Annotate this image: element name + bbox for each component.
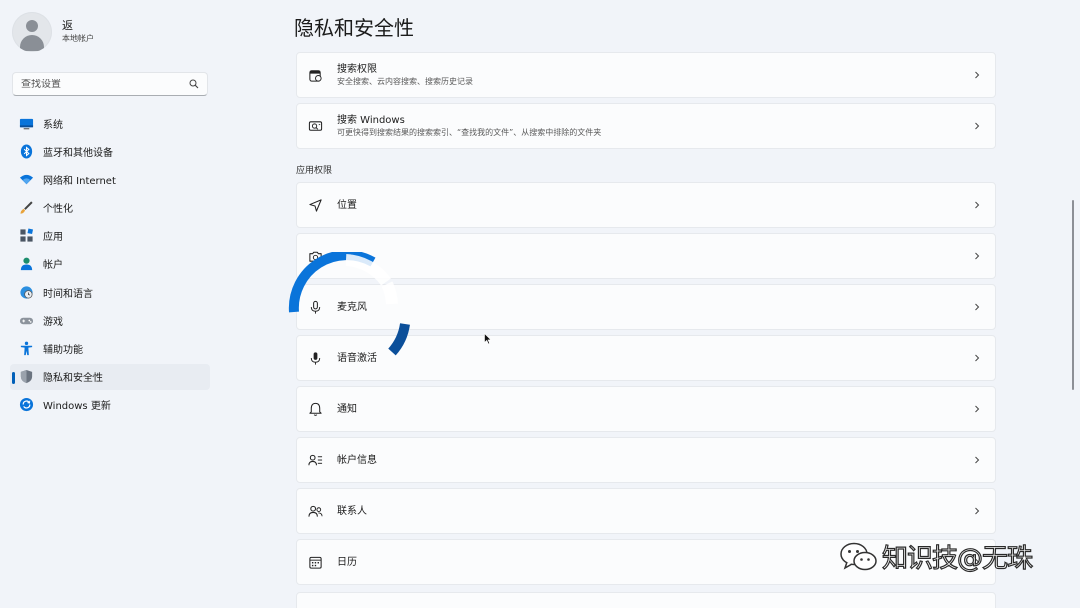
wechat-icon — [840, 542, 877, 570]
permission-contacts[interactable]: 联系人 — [296, 488, 996, 534]
permission-notifications[interactable]: 通知 — [296, 386, 996, 432]
location-icon — [307, 197, 323, 213]
monitor-icon — [18, 115, 34, 131]
globe-clock-icon — [18, 284, 34, 300]
sidebar: 返 本地帐户 系统 蓝牙和其他设备 网络和 Internet — [0, 0, 220, 608]
card-title: 位置 — [337, 199, 357, 211]
card-title: 通知 — [337, 403, 357, 415]
section-heading-app-permissions: 应用权限 — [296, 166, 333, 176]
sidebar-item-label: Windows 更新 — [43, 401, 111, 413]
mouse-cursor-icon — [484, 333, 492, 345]
wifi-icon — [18, 171, 34, 187]
account-type: 本地帐户 — [62, 34, 94, 43]
sidebar-item-accounts[interactable]: 帐户 — [10, 251, 210, 277]
sidebar-item-label: 辅助功能 — [43, 345, 83, 356]
calendar-icon — [307, 554, 323, 570]
chevron-right-icon — [975, 71, 980, 79]
chevron-right-icon — [975, 456, 980, 464]
permission-next-item[interactable] — [296, 592, 996, 608]
scrollbar[interactable] — [1072, 200, 1074, 390]
apps-icon — [18, 228, 34, 244]
contacts-icon — [307, 503, 323, 519]
loading-spinner-icon — [288, 252, 410, 356]
chevron-right-icon — [975, 201, 980, 209]
card-description: 可更快得到搜索结果的搜索索引、“查找我的文件”、从搜索中排除的文件夹 — [337, 127, 602, 137]
accessibility-icon — [18, 341, 34, 357]
user-name: 返 — [62, 19, 73, 32]
search-permissions-card[interactable]: 搜索权限 安全搜索、云内容搜索、搜索历史记录 — [296, 52, 996, 98]
search-permissions-icon — [307, 67, 323, 83]
search-input[interactable] — [21, 78, 189, 90]
sidebar-item-privacy-security[interactable]: 隐私和安全性 — [10, 363, 210, 390]
sidebar-item-label: 个性化 — [43, 204, 73, 216]
sidebar-item-apps[interactable]: 应用 — [10, 223, 210, 249]
sidebar-item-time-language[interactable]: 时间和语言 — [10, 279, 210, 305]
bell-icon — [307, 401, 323, 417]
sidebar-item-label: 游戏 — [43, 316, 63, 328]
sidebar-item-network[interactable]: 网络和 Internet — [10, 166, 210, 192]
permission-location[interactable]: 位置 — [296, 182, 996, 228]
brush-icon — [18, 200, 34, 216]
card-description: 安全搜索、云内容搜索、搜索历史记录 — [337, 76, 473, 86]
gamepad-icon — [18, 312, 34, 328]
sidebar-item-bluetooth[interactable]: 蓝牙和其他设备 — [10, 138, 210, 164]
bluetooth-icon — [18, 143, 34, 159]
permission-account-info[interactable]: 帐户信息 — [296, 437, 996, 483]
account-icon — [18, 256, 34, 272]
sidebar-item-label: 系统 — [43, 119, 63, 131]
chevron-right-icon — [975, 122, 980, 130]
sidebar-item-system[interactable]: 系统 — [10, 110, 210, 136]
sidebar-item-personalization[interactable]: 个性化 — [10, 195, 210, 221]
nav-list: 系统 蓝牙和其他设备 网络和 Internet 个性化 应用 帐户 时间和语言 … — [10, 110, 210, 420]
watermark: 知识技@无珠 — [838, 538, 1034, 575]
card-title: 帐户信息 — [337, 454, 377, 466]
chevron-right-icon — [975, 252, 980, 260]
card-title: 搜索权限 — [337, 63, 377, 75]
sidebar-item-label: 隐私和安全性 — [43, 373, 103, 385]
search-icon[interactable] — [189, 79, 199, 89]
update-icon — [18, 397, 34, 413]
sidebar-item-windows-update[interactable]: Windows 更新 — [10, 392, 210, 418]
sidebar-item-accessibility[interactable]: 辅助功能 — [10, 336, 210, 362]
sidebar-item-label: 帐户 — [43, 260, 63, 272]
chevron-right-icon — [975, 507, 980, 515]
watermark-text: 知识技@无珠 — [881, 543, 1033, 574]
chevron-right-icon — [975, 405, 980, 413]
card-title: 联系人 — [337, 505, 367, 517]
search-windows-card[interactable]: 搜索 Windows 可更快得到搜索结果的搜索索引、“查找我的文件”、从搜索中排… — [296, 103, 996, 149]
sidebar-item-label: 时间和语言 — [43, 288, 93, 300]
avatar[interactable] — [12, 12, 52, 52]
search-box[interactable] — [12, 72, 208, 96]
chevron-right-icon — [975, 354, 980, 362]
shield-icon — [18, 369, 34, 385]
chevron-right-icon — [975, 303, 980, 311]
search-windows-icon — [307, 118, 323, 134]
card-title: 日历 — [337, 556, 357, 568]
sidebar-item-label: 应用 — [43, 232, 63, 244]
card-title: 搜索 Windows — [337, 114, 405, 126]
user-profile[interactable]: 返 本地帐户 — [12, 12, 94, 52]
sidebar-item-label: 蓝牙和其他设备 — [43, 147, 113, 159]
account-info-icon — [307, 452, 323, 468]
sidebar-item-gaming[interactable]: 游戏 — [10, 307, 210, 333]
sidebar-item-label: 网络和 Internet — [43, 175, 116, 187]
page-title: 隐私和安全性 — [294, 16, 414, 40]
